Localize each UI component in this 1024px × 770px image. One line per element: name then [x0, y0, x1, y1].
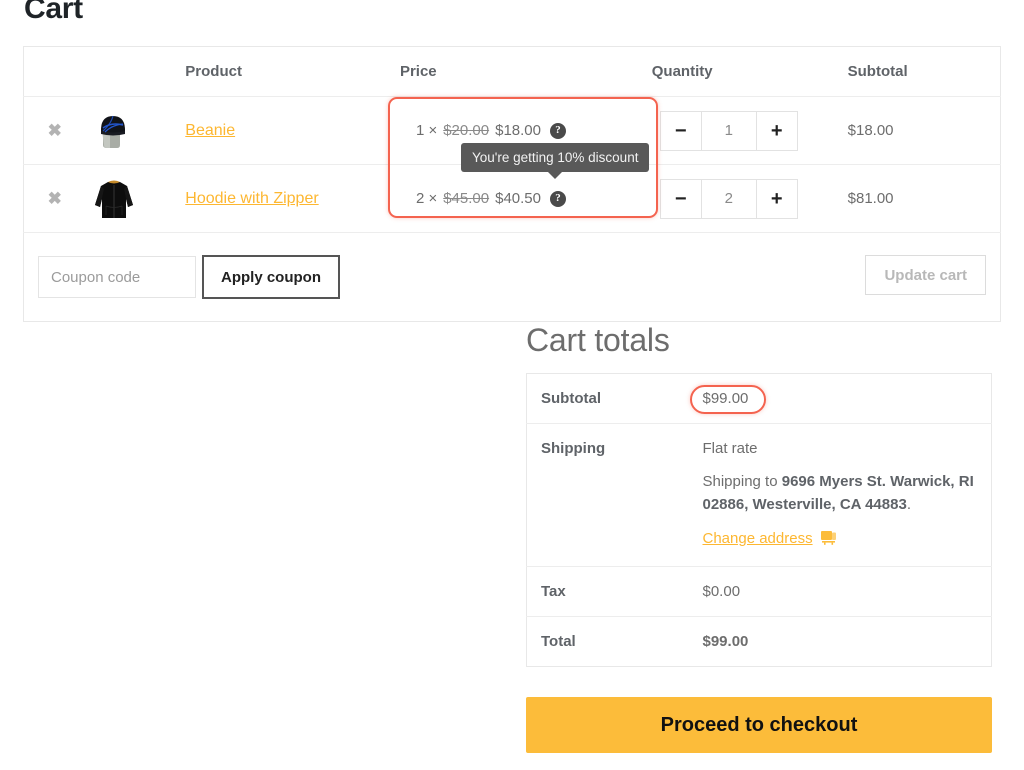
- quantity-increase-button[interactable]: +: [757, 180, 797, 218]
- quantity-cell: − +: [651, 164, 848, 233]
- header-thumbnail: [85, 46, 186, 97]
- cart-totals-section: Cart totals Subtotal $99.00 Shipping Fla…: [526, 322, 992, 753]
- header-price: Price: [399, 46, 652, 97]
- shipping-to-suffix: .: [906, 495, 911, 513]
- product-cell: Hoodie with Zipper: [185, 164, 400, 233]
- shipping-label: Shipping: [526, 423, 703, 567]
- quantity-decrease-button[interactable]: −: [661, 180, 701, 218]
- header-product: Product: [185, 46, 400, 97]
- price-discounted: $18.00: [495, 122, 541, 139]
- price-quantity-multiplier: 1 ×: [415, 122, 438, 139]
- cart-table: Product Price Quantity Subtotal ✖ Beanie…: [23, 46, 1001, 322]
- remove-item-icon[interactable]: ✖: [24, 190, 85, 207]
- shipping-to-prefix: Shipping to: [702, 473, 782, 490]
- coupon-bar: Apply coupon: [38, 255, 865, 299]
- remove-cell: ✖: [23, 164, 86, 233]
- product-link-beanie[interactable]: Beanie: [185, 122, 235, 139]
- discount-help-icon[interactable]: ?: [550, 190, 566, 207]
- totals-row-tax: Tax $0.00: [526, 566, 992, 617]
- totals-row-shipping: Shipping Flat rate Shipping to 9696 Myer…: [526, 423, 992, 567]
- cart-actions-row: Update cart Apply coupon: [24, 233, 1001, 322]
- update-cart-button[interactable]: Update cart: [865, 255, 986, 295]
- price-quantity-multiplier: 2 ×: [415, 190, 438, 207]
- header-subtotal: Subtotal: [847, 46, 1001, 97]
- shipping-method: Flat rate: [702, 440, 758, 457]
- header-quantity: Quantity: [651, 46, 848, 97]
- price-original: $20.00: [443, 122, 490, 139]
- cart-totals-table: Subtotal $99.00 Shipping Flat rate Shipp…: [526, 373, 992, 667]
- hoodie-product-image[interactable]: [91, 172, 138, 225]
- quantity-decrease-button[interactable]: −: [661, 112, 701, 150]
- subtotal-label: Subtotal: [526, 373, 703, 424]
- quantity-cell: − +: [651, 96, 848, 165]
- quantity-stepper: − +: [659, 110, 798, 151]
- row-subtotal: $81.00: [847, 164, 1001, 233]
- coupon-code-input[interactable]: [38, 256, 196, 298]
- table-row: ✖: [23, 164, 1001, 233]
- totals-row-total: Total $99.00: [527, 617, 992, 667]
- beanie-product-image[interactable]: [91, 104, 138, 157]
- price-original: $45.00: [443, 190, 490, 207]
- tax-value: $0.00: [702, 566, 992, 617]
- change-address-link[interactable]: Change address: [703, 530, 813, 547]
- shipping-details: Flat rate Shipping to 9696 Myers St. War…: [702, 423, 992, 567]
- thumbnail-cell: [85, 96, 186, 165]
- proceed-to-checkout-button[interactable]: Proceed to checkout: [526, 697, 992, 753]
- thumbnail-cell: [85, 164, 186, 233]
- quantity-input[interactable]: [700, 111, 757, 150]
- total-value: $99.00: [702, 633, 749, 650]
- totals-row-subtotal: Subtotal $99.00: [526, 373, 992, 424]
- total-label: Total: [541, 633, 576, 650]
- cart-table-container: Product Price Quantity Subtotal ✖ Beanie…: [23, 46, 1001, 322]
- remove-cell: ✖: [23, 96, 86, 165]
- cart-table-header-row: Product Price Quantity Subtotal: [23, 46, 1001, 97]
- tax-label: Tax: [526, 566, 703, 617]
- discount-help-icon[interactable]: ?: [550, 122, 566, 139]
- discount-tooltip: You're getting 10% discount: [461, 143, 650, 179]
- address-card-icon[interactable]: [820, 530, 838, 550]
- cart-totals-title: Cart totals: [526, 322, 670, 358]
- quantity-input[interactable]: [700, 179, 757, 218]
- apply-coupon-button[interactable]: Apply coupon: [202, 255, 340, 299]
- product-link-hoodie-with-zipper[interactable]: Hoodie with Zipper: [185, 190, 318, 207]
- product-cell: Beanie: [185, 96, 400, 165]
- row-subtotal: $18.00: [847, 96, 1001, 165]
- price-discounted: $40.50: [495, 190, 541, 207]
- header-remove: [23, 46, 86, 97]
- price-cell: 2 × $45.00 $40.50 ?: [399, 164, 652, 233]
- quantity-increase-button[interactable]: +: [757, 112, 797, 150]
- shipping-destination: Shipping to 9696 Myers St. Warwick, RI 0…: [703, 471, 978, 516]
- page-title: Cart: [24, 0, 83, 25]
- subtotal-value: $99.00: [702, 373, 992, 424]
- quantity-stepper: − +: [659, 178, 798, 219]
- remove-item-icon[interactable]: ✖: [24, 122, 85, 139]
- cart-actions-cell: Update cart Apply coupon: [24, 233, 1001, 322]
